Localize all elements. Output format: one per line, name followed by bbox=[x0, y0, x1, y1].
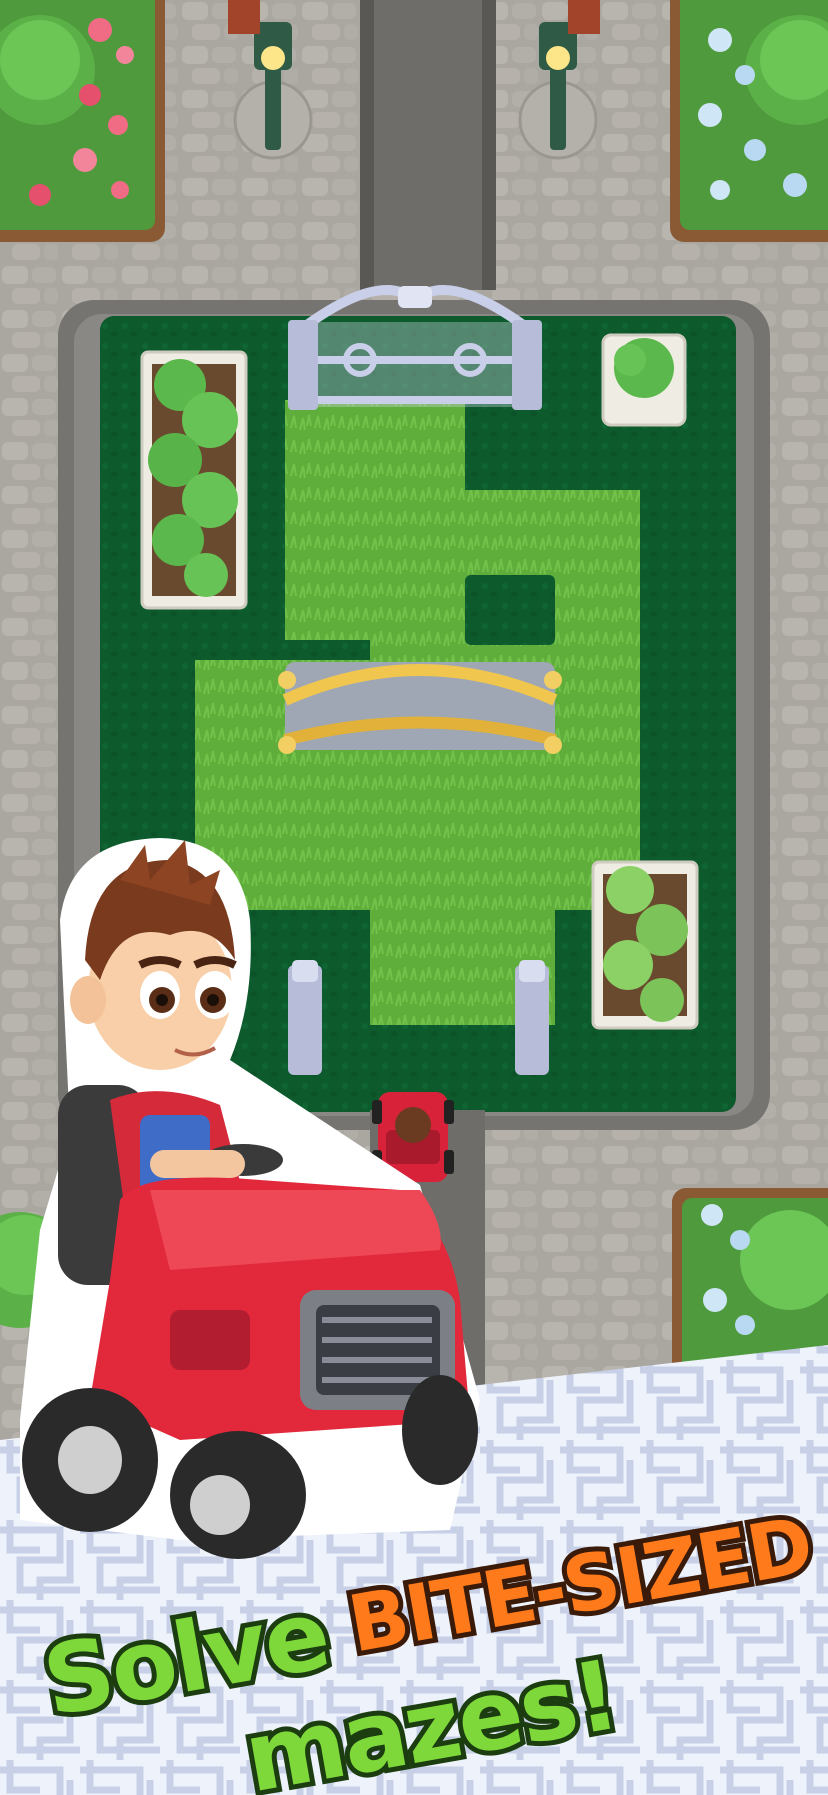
planter-left bbox=[140, 350, 248, 610]
gate-post-right bbox=[515, 960, 549, 1075]
game-scene bbox=[0, 0, 828, 1795]
hedge-inner-block bbox=[465, 575, 555, 645]
stone-bridge bbox=[278, 662, 562, 754]
flower-bed-top-right bbox=[670, 0, 828, 242]
planter-bottom-right bbox=[591, 860, 699, 1030]
road-top bbox=[372, 0, 484, 290]
flower-bed-top-left bbox=[0, 0, 165, 242]
gate-post-left bbox=[288, 960, 322, 1075]
planter-top-right bbox=[601, 333, 687, 427]
